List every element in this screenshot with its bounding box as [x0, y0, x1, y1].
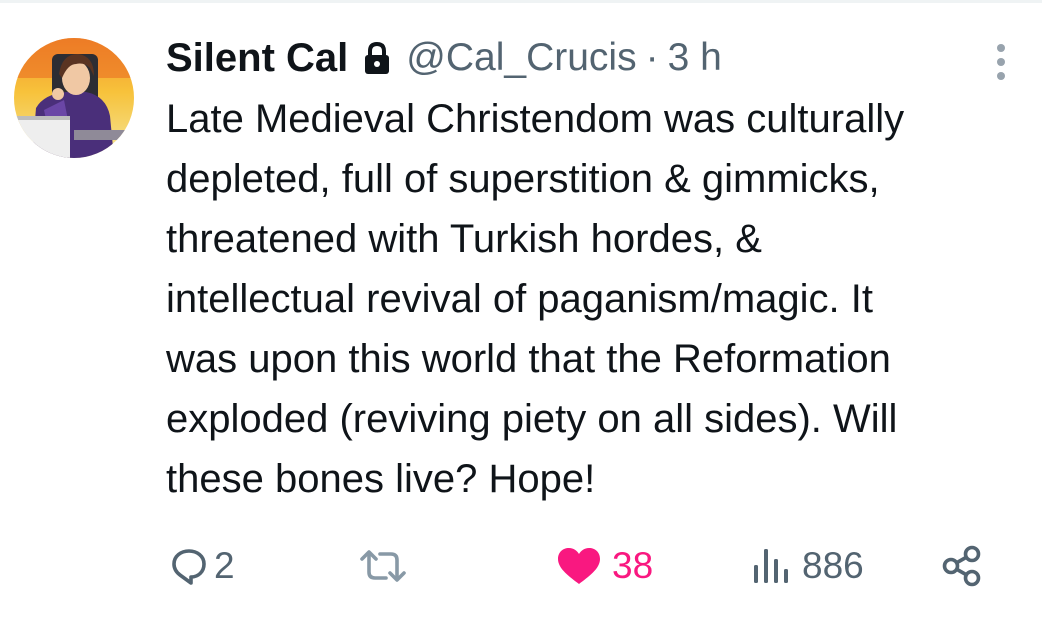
views-button[interactable]: 886	[752, 536, 864, 596]
timestamp[interactable]: 3 h	[668, 36, 722, 80]
like-button[interactable]: 38	[556, 536, 653, 596]
like-count: 38	[612, 545, 654, 586]
views-count: 886	[802, 545, 864, 586]
lock-icon	[362, 41, 392, 75]
reply-icon	[172, 549, 206, 585]
share-button[interactable]	[940, 536, 984, 596]
heart-filled-icon	[558, 548, 600, 584]
tweet-text: Late Medieval Christendom was culturally…	[166, 97, 905, 501]
tweet-header: Silent Cal @Cal_Crucis · 3 h	[166, 32, 722, 84]
views-icon	[754, 549, 788, 583]
reply-button[interactable]: 2	[170, 536, 235, 596]
avatar-image	[14, 38, 134, 158]
separator-dot: ·	[645, 36, 659, 79]
avatar[interactable]	[14, 38, 134, 158]
retweet-icon	[360, 550, 406, 582]
retweet-button[interactable]	[358, 536, 414, 596]
share-icon	[942, 545, 981, 587]
tweet[interactable]: Silent Cal @Cal_Crucis · 3 h Late Mediev…	[0, 0, 1042, 619]
display-name[interactable]: Silent Cal	[166, 36, 348, 81]
reply-count: 2	[214, 545, 235, 586]
author-handle[interactable]: @Cal_Crucis	[406, 36, 636, 80]
more-vertical-icon[interactable]	[988, 42, 1014, 82]
tweet-actions: 2 38 886	[166, 536, 996, 596]
